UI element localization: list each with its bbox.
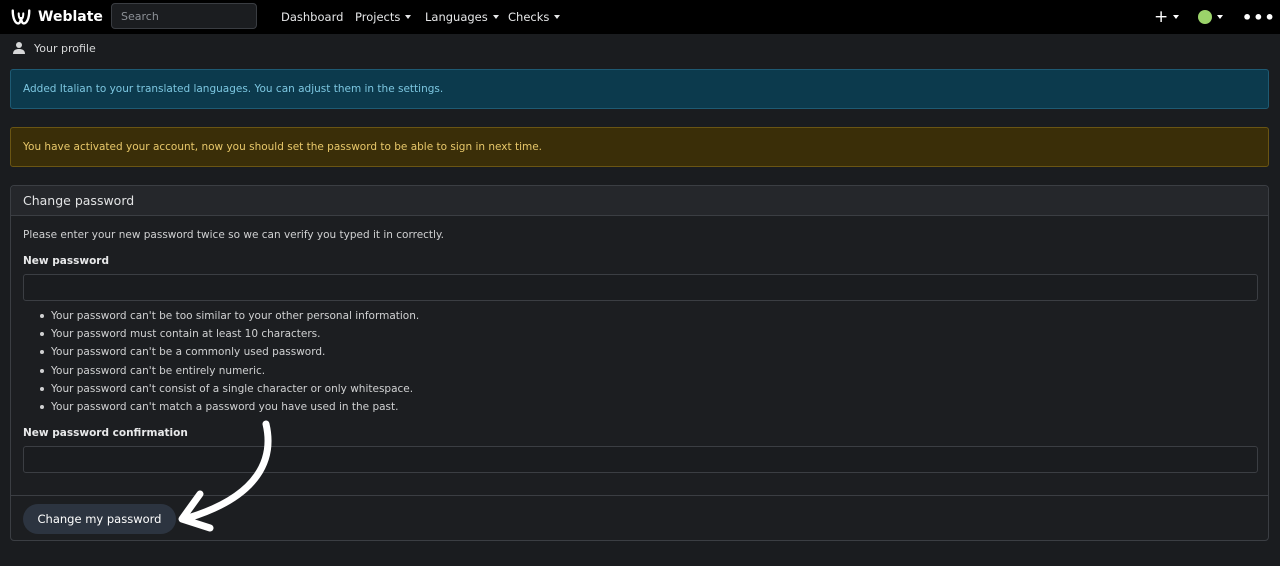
warning-alert-text: You have activated your account, now you… bbox=[23, 141, 543, 153]
hint-item: Your password must contain at least 10 c… bbox=[39, 325, 419, 343]
hint-item: Your password can't match a password you… bbox=[39, 398, 419, 416]
chevron-down-icon bbox=[1173, 15, 1180, 19]
user-menu-button[interactable] bbox=[1198, 0, 1223, 34]
chevron-down-icon bbox=[405, 15, 412, 19]
add-menu-button[interactable]: + bbox=[1154, 0, 1180, 34]
nav-checks[interactable]: Checks bbox=[508, 0, 561, 34]
nav-languages[interactable]: Languages bbox=[425, 0, 499, 34]
chevron-down-icon bbox=[492, 15, 499, 19]
nav-projects[interactable]: Projects bbox=[355, 0, 412, 34]
avatar bbox=[1198, 10, 1212, 24]
chevron-down-icon bbox=[1217, 15, 1223, 19]
hint-item: Your password can't be too similar to yo… bbox=[39, 307, 419, 325]
more-menu-button[interactable]: ••• bbox=[1242, 0, 1276, 34]
chevron-down-icon bbox=[554, 15, 561, 19]
plus-icon: + bbox=[1154, 6, 1169, 27]
top-navbar: Weblate Dashboard Projects Languages Che… bbox=[0, 0, 1280, 34]
new-password-field[interactable] bbox=[23, 274, 1258, 301]
breadcrumb: Your profile bbox=[12, 40, 96, 56]
nav-languages-label: Languages bbox=[425, 10, 488, 24]
info-alert: Added Italian to your translated languag… bbox=[10, 69, 1269, 109]
info-alert-text: Added Italian to your translated languag… bbox=[23, 83, 444, 95]
panel-title: Change password bbox=[23, 193, 135, 208]
new-password-label: New password bbox=[23, 255, 109, 267]
nav-dashboard-label: Dashboard bbox=[281, 10, 344, 24]
weblate-logo-icon bbox=[11, 9, 31, 25]
panel-heading: Change password bbox=[11, 186, 1268, 216]
user-icon bbox=[13, 42, 25, 54]
curved-arrow-icon bbox=[178, 420, 272, 532]
warning-alert: You have activated your account, now you… bbox=[10, 127, 1269, 167]
confirm-password-label: New password confirmation bbox=[23, 427, 188, 439]
nav-projects-label: Projects bbox=[355, 10, 401, 24]
password-hints: Your password can't be too similar to yo… bbox=[39, 307, 419, 416]
nav-dashboard[interactable]: Dashboard bbox=[281, 0, 343, 34]
more-dots-icon: ••• bbox=[1242, 7, 1276, 27]
form-intro: Please enter your new password twice so … bbox=[23, 229, 445, 241]
breadcrumb-label[interactable]: Your profile bbox=[34, 42, 96, 55]
brand-name: Weblate bbox=[38, 9, 103, 25]
nav-checks-label: Checks bbox=[508, 10, 550, 24]
hint-item: Your password can't be entirely numeric. bbox=[39, 362, 419, 380]
brand[interactable]: Weblate bbox=[10, 0, 103, 34]
change-password-button[interactable]: Change my password bbox=[23, 504, 176, 534]
hint-item: Your password can't consist of a single … bbox=[39, 380, 419, 398]
hint-item: Your password can't be a commonly used p… bbox=[39, 343, 419, 361]
search-input[interactable] bbox=[111, 3, 257, 29]
